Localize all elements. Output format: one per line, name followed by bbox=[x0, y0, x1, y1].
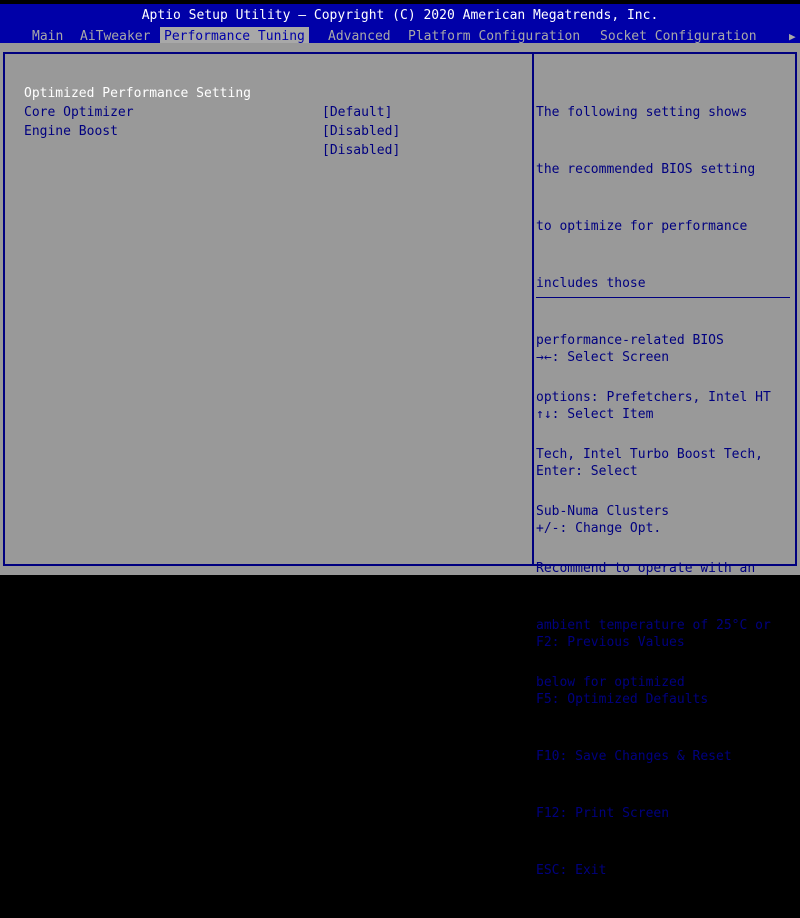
setting-optimized-performance[interactable]: Optimized Performance Setting [Default] bbox=[24, 65, 524, 120]
key-select-screen: →←: Select Screen bbox=[536, 350, 670, 365]
header-bar: Aptio Setup Utility – Copyright (C) 2020… bbox=[0, 4, 800, 46]
help-line: includes those bbox=[536, 276, 646, 291]
setting-core-optimizer[interactable]: Core Optimizer [Disabled] bbox=[24, 84, 524, 139]
content-frame: Optimized Performance Setting [Default] … bbox=[3, 52, 797, 878]
panel-divider bbox=[532, 54, 534, 564]
setting-engine-boost[interactable]: Engine Boost [Disabled] bbox=[24, 103, 524, 158]
help-line: The following setting shows bbox=[536, 105, 748, 120]
key-legend: →←: Select Screen ↑↓: Select Item Enter:… bbox=[536, 310, 732, 918]
app-title: Aptio Setup Utility – Copyright (C) 2020… bbox=[141, 8, 659, 23]
key-print-screen: F12: Print Screen bbox=[536, 806, 670, 821]
help-separator bbox=[536, 297, 790, 298]
key-previous-values: F2: Previous Values bbox=[536, 635, 685, 650]
help-line: the recommended BIOS setting bbox=[536, 162, 756, 177]
setting-label: Engine Boost bbox=[24, 124, 118, 139]
setting-value[interactable]: [Disabled] bbox=[322, 122, 400, 141]
key-change-opt: +/-: Change Opt. bbox=[536, 521, 662, 536]
key-save-reset: F10: Save Changes & Reset bbox=[536, 749, 732, 764]
main-body: Optimized Performance Setting [Default] … bbox=[0, 43, 800, 878]
key-enter-select: Enter: Select bbox=[536, 464, 638, 479]
key-select-item: ↑↓: Select Item bbox=[536, 407, 654, 422]
bottom-black-strip bbox=[0, 575, 800, 600]
key-optimized-defaults: F5: Optimized Defaults bbox=[536, 692, 709, 707]
key-exit: ESC: Exit bbox=[536, 863, 607, 878]
settings-list: Optimized Performance Setting [Default] … bbox=[24, 65, 524, 158]
help-line: to optimize for performance bbox=[536, 219, 748, 234]
setting-value[interactable]: [Disabled] bbox=[322, 141, 400, 160]
